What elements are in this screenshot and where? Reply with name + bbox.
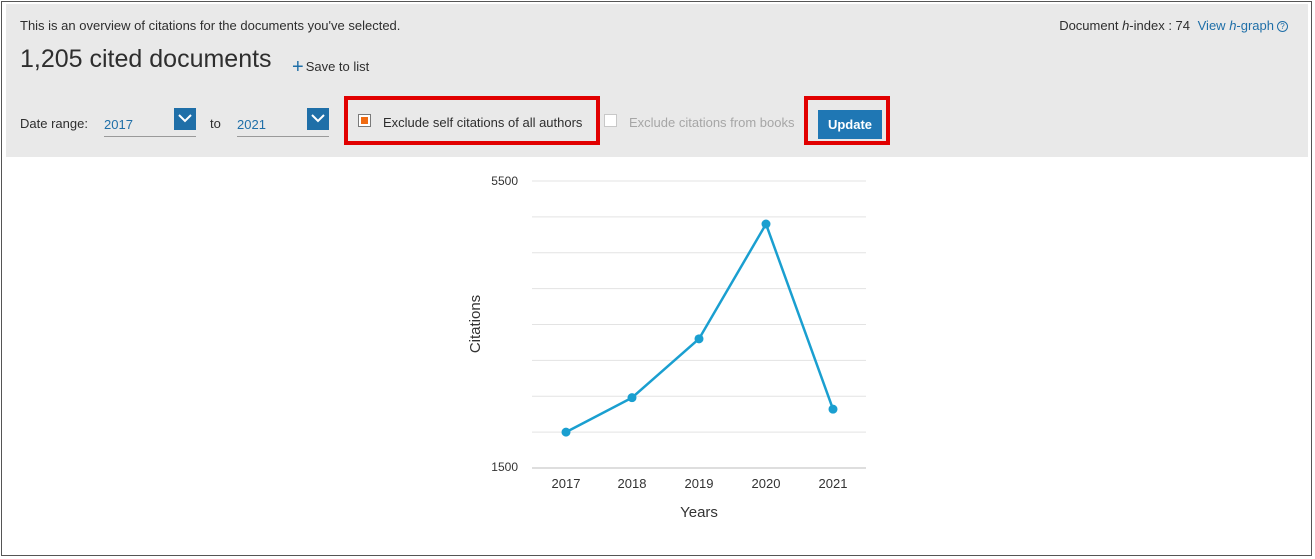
document-h-index: Document h-index : 74 xyxy=(1059,18,1190,33)
x-tick-label: 2021 xyxy=(819,476,848,491)
date-from-select[interactable]: 2017 xyxy=(104,108,196,137)
save-to-list-label: Save to list xyxy=(305,59,370,74)
data-point[interactable] xyxy=(561,427,571,437)
citations-line-chart: 5500 1500 Citations Years 2017 2018 2019 20… xyxy=(467,174,866,521)
exclude-self-citations-checkbox[interactable] xyxy=(358,114,371,127)
date-to-label: to xyxy=(210,116,221,131)
hindex-prefix: Document xyxy=(1059,18,1123,33)
exclude-books-label: Exclude citations from books xyxy=(629,115,795,130)
series-line xyxy=(565,221,835,434)
x-tick-labels: 2017 2018 2019 2020 2021 xyxy=(552,476,848,491)
date-from-value: 2017 xyxy=(104,117,133,132)
x-axis-title: Years xyxy=(680,504,718,521)
hindex-suffix: -index : 74 xyxy=(1129,18,1190,33)
save-to-list-button[interactable]: + Save to list xyxy=(292,56,369,79)
view-h-graph-link[interactable]: View h-graph? xyxy=(1198,18,1288,33)
plus-icon: + xyxy=(292,56,304,78)
date-to-value: 2021 xyxy=(237,117,266,132)
chart-axis: 5500 1500 Citations Years xyxy=(467,174,718,521)
chevron-down-icon xyxy=(307,108,329,130)
x-tick-label: 2019 xyxy=(685,476,714,491)
data-point[interactable] xyxy=(761,219,771,229)
y-tick-label-top: 5500 xyxy=(491,174,518,188)
chevron-down-icon xyxy=(174,108,196,130)
date-to-select[interactable]: 2021 xyxy=(237,108,329,137)
series-points xyxy=(561,219,838,437)
exclude-books-checkbox[interactable] xyxy=(604,114,617,127)
data-point[interactable] xyxy=(627,393,637,403)
checkbox-checked-mark xyxy=(361,117,368,124)
exclude-self-citations-label: Exclude self citations of all authors xyxy=(383,115,583,130)
y-axis-title: Citations xyxy=(467,295,484,353)
data-point[interactable] xyxy=(828,404,838,414)
x-tick-label: 2020 xyxy=(752,476,781,491)
help-icon: ? xyxy=(1277,21,1288,32)
view-suffix: -graph xyxy=(1236,18,1274,33)
x-tick-label: 2018 xyxy=(618,476,647,491)
y-tick-label-bottom: 1500 xyxy=(491,460,518,474)
page-title: 1,205 cited documents xyxy=(20,45,272,73)
update-button[interactable]: Update xyxy=(818,110,882,139)
overview-text: This is an overview of citations for the… xyxy=(20,18,401,33)
date-range-label: Date range: xyxy=(20,116,88,131)
x-tick-label: 2017 xyxy=(552,476,581,491)
data-point[interactable] xyxy=(694,334,704,344)
citation-overview-panel: This is an overview of citations for the… xyxy=(6,4,1308,157)
view-prefix: View xyxy=(1197,18,1230,33)
